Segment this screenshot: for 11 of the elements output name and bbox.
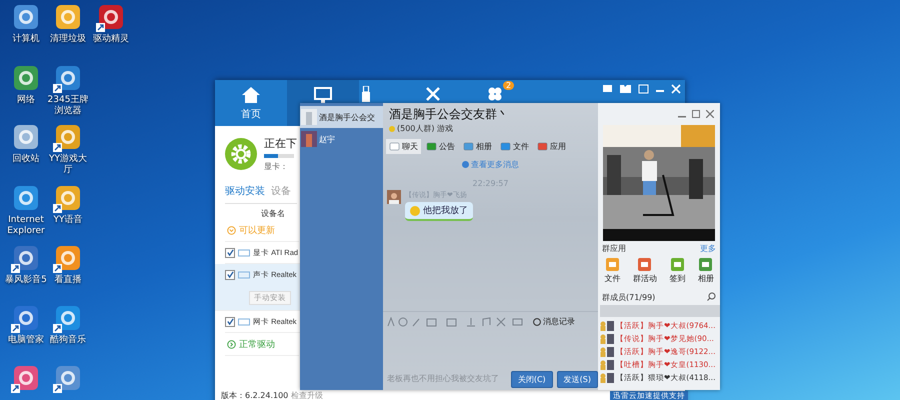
section-title: 群应用	[602, 243, 626, 254]
status-title: 正在下	[264, 136, 297, 151]
message-bubble: 他把我放了	[405, 202, 473, 221]
group-info: (500人群) 游戏	[397, 123, 454, 134]
status-detail: 显卡：	[264, 161, 289, 172]
section-title: 群成员(71/99)	[602, 292, 656, 303]
column-header: 设备名	[261, 208, 285, 219]
group-title: 正常驱动	[239, 338, 275, 351]
group-title: 可以更新	[239, 224, 275, 237]
group-name: 酒是胸手公会交友群丶	[388, 106, 510, 123]
version-label: 版本：6.2.24.100	[221, 390, 288, 400]
